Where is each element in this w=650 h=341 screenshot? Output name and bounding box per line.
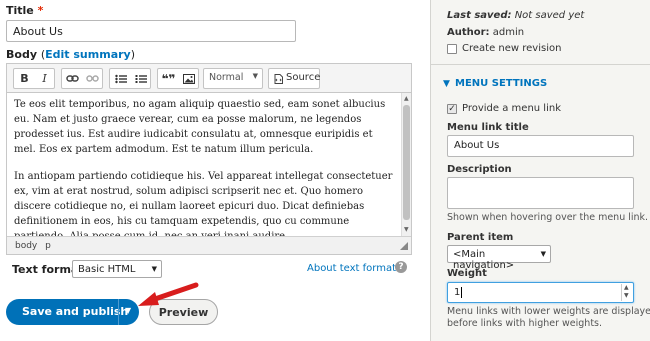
editor-toolbar: B I ❝❞ Normal ▼ Source bbox=[7, 64, 411, 93]
provide-menu-link-label: Provide a menu link bbox=[462, 103, 561, 114]
menu-link-title-label: Menu link title bbox=[447, 122, 529, 133]
scroll-down-icon[interactable]: ▼ bbox=[404, 226, 409, 233]
bulleted-list-button[interactable] bbox=[111, 69, 130, 88]
main-form: Title * About Us Body (Edit summary) B I bbox=[0, 0, 430, 341]
last-saved: Last saved: Not saved yet bbox=[447, 10, 585, 21]
bulleted-list-icon bbox=[114, 74, 127, 83]
format-dropdown-icon: ▼ bbox=[252, 72, 258, 80]
source-button[interactable]: Source bbox=[268, 68, 320, 89]
element-path-bar: body p bbox=[7, 236, 411, 254]
toolbar-group-lists bbox=[109, 68, 151, 89]
description-help: Shown when hovering over the menu link. bbox=[447, 212, 649, 223]
scroll-up-icon[interactable]: ▲ bbox=[404, 95, 409, 102]
text-cursor bbox=[461, 287, 463, 298]
blockquote-icon: ❝❞ bbox=[161, 71, 176, 86]
path-item-body[interactable]: body bbox=[15, 241, 37, 251]
format-select[interactable]: Normal ▼ bbox=[203, 68, 263, 89]
title-label: Title * bbox=[6, 4, 44, 17]
help-icon[interactable]: ? bbox=[395, 261, 407, 273]
description-textarea[interactable] bbox=[447, 177, 634, 209]
edit-summary-link[interactable]: Edit summary bbox=[45, 48, 131, 61]
toolbar-group-media: ❝❞ bbox=[157, 68, 199, 89]
content-paragraph: Te eos elit temporibus, no agam aliquip … bbox=[14, 99, 386, 155]
required-mark: * bbox=[37, 4, 44, 17]
save-and-publish-button[interactable]: Save and publish ▼ bbox=[6, 299, 139, 325]
weight-spinner[interactable]: ▲ ▼ bbox=[621, 284, 631, 301]
resize-handle-icon[interactable] bbox=[400, 242, 408, 250]
dropdown-arrow-icon: ▼ bbox=[151, 265, 157, 273]
weight-label: Weight bbox=[447, 268, 487, 279]
dropdown-arrow-icon: ▼ bbox=[540, 250, 546, 258]
editor-scrollbar-thumb[interactable] bbox=[403, 105, 410, 220]
collapse-triangle-icon[interactable]: ▼ bbox=[443, 79, 450, 89]
annotation-arrow-icon bbox=[138, 282, 199, 306]
unlink-icon bbox=[86, 75, 99, 82]
weight-input[interactable]: 1 ▲ ▼ bbox=[447, 282, 634, 303]
bold-button[interactable]: B bbox=[15, 69, 34, 88]
author: Author: admin bbox=[447, 27, 525, 38]
create-revision-label: Create new revision bbox=[462, 43, 562, 54]
title-input[interactable]: About Us bbox=[6, 20, 296, 42]
dropdown-toggle-icon[interactable]: ▼ bbox=[125, 306, 131, 315]
toolbar-group-basic: B I bbox=[13, 68, 55, 89]
editor-content[interactable]: Te eos elit temporibus, no agam aliquip … bbox=[7, 93, 401, 236]
editor-scrollbar[interactable]: ▲ ▼ bbox=[401, 93, 411, 236]
toolbar-group-links bbox=[61, 68, 103, 89]
numbered-list-icon bbox=[135, 74, 147, 83]
menu-settings-header[interactable]: MENU SETTINGS bbox=[455, 78, 547, 89]
spin-down-icon[interactable]: ▼ bbox=[624, 292, 629, 299]
spin-up-icon[interactable]: ▲ bbox=[624, 284, 629, 291]
content-paragraph: In antiopam partiendo cotidieque his. Ve… bbox=[14, 171, 393, 236]
menu-link-title-input[interactable]: About Us bbox=[447, 135, 634, 157]
numbered-list-button[interactable] bbox=[131, 69, 150, 88]
sidebar: Last saved: Not saved yet Author: admin … bbox=[430, 0, 650, 341]
body-editor: B I ❝❞ Normal ▼ Source Te eos elit tempo… bbox=[6, 63, 412, 255]
body-label: Body (Edit summary) bbox=[6, 48, 136, 61]
path-item-p[interactable]: p bbox=[45, 241, 51, 251]
description-label: Description bbox=[447, 164, 512, 175]
image-button[interactable] bbox=[179, 69, 198, 88]
unlink-button[interactable] bbox=[83, 69, 102, 88]
parent-item-label: Parent item bbox=[447, 232, 514, 243]
italic-button[interactable]: I bbox=[35, 69, 54, 88]
link-icon bbox=[66, 75, 79, 82]
blockquote-button[interactable]: ❝❞ bbox=[159, 69, 178, 88]
source-icon bbox=[274, 74, 283, 84]
parent-item-select[interactable]: <Main navigation> ▼ bbox=[447, 245, 551, 271]
link-button[interactable] bbox=[63, 69, 82, 88]
weight-help: Menu links with lower weights are displa… bbox=[447, 306, 650, 329]
split-divider bbox=[118, 299, 119, 325]
create-revision-checkbox[interactable] bbox=[447, 44, 457, 54]
provide-menu-link-checkbox[interactable]: ✓ bbox=[447, 104, 457, 114]
text-format-select[interactable]: Basic HTML ▼ bbox=[72, 260, 162, 278]
image-icon bbox=[182, 73, 195, 84]
divider bbox=[431, 64, 650, 65]
about-text-formats-link[interactable]: About text formats bbox=[307, 263, 401, 274]
